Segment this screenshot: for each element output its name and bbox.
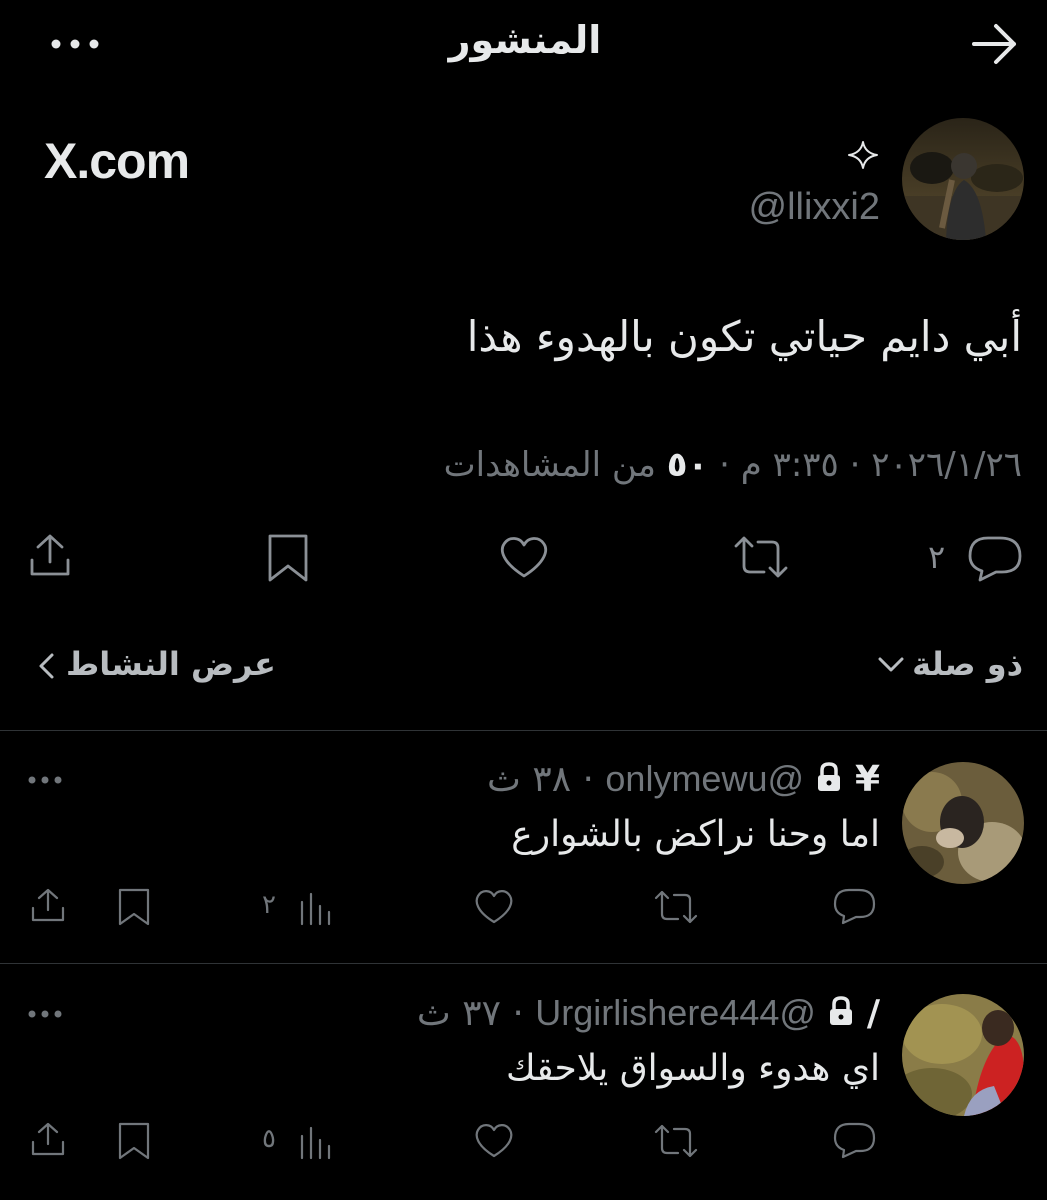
divider <box>0 963 1047 964</box>
chevron-left-icon <box>36 651 56 685</box>
like-button[interactable] <box>496 532 552 582</box>
reply-views-count: ٥ <box>262 1124 276 1154</box>
share-icon <box>31 1122 65 1156</box>
reply-text: اي هدوء والسواق يلاحقك <box>505 1048 880 1089</box>
more-horizontal-icon <box>51 39 99 49</box>
reply-button[interactable]: ٢ <box>918 532 1026 584</box>
lock-icon <box>827 995 855 1036</box>
sparkle-icon <box>846 140 880 170</box>
chevron-down-icon <box>876 655 906 679</box>
reply-prefix: / <box>866 993 880 1034</box>
views-icon <box>300 1126 331 1160</box>
share-icon <box>31 888 65 922</box>
avatar[interactable] <box>902 118 1024 240</box>
views-label: من المشاهدات <box>443 445 656 485</box>
activity-link[interactable]: عرض النشاط <box>36 645 276 689</box>
post-date: ٢٠٢٦/١/٢٦ <box>871 445 1022 485</box>
reply-header: ¥ @onlymewu · ٣٨ ث <box>487 758 880 802</box>
more-horizontal-icon <box>28 1010 62 1018</box>
more-horizontal-icon <box>28 776 62 784</box>
repost-button[interactable] <box>730 534 792 580</box>
post-time: ٣:٣٥ م <box>740 445 839 485</box>
reply-comment-button[interactable] <box>832 1120 878 1160</box>
sort-dropdown[interactable]: ذو صلة <box>870 645 1025 689</box>
avatar[interactable] <box>902 994 1024 1116</box>
heart-icon <box>475 1124 513 1158</box>
back-button[interactable] <box>966 20 1022 68</box>
bookmark-icon <box>118 888 150 926</box>
comment-icon <box>968 536 1022 582</box>
repost-icon <box>654 1124 698 1158</box>
reply-more-button[interactable] <box>24 1004 68 1024</box>
reply-bookmark-button[interactable] <box>114 1120 154 1162</box>
reply-share-button[interactable] <box>28 886 68 926</box>
views-count: ٥٠ <box>666 445 709 485</box>
bookmark-icon <box>268 534 308 582</box>
reply-text: اما وحنا نراكض بالشوارع <box>511 814 880 855</box>
reply-handle[interactable]: @Urgirlishere444 <box>535 992 816 1033</box>
reply-views-button[interactable]: ٥ <box>262 1122 342 1162</box>
heart-icon <box>475 890 513 924</box>
reply-views-count: ٢ <box>262 890 276 920</box>
reply-like-button[interactable] <box>472 1120 516 1160</box>
reply-more-button[interactable] <box>24 770 68 790</box>
reply-count: ٢ <box>928 538 946 576</box>
page-title: المنشور <box>448 18 602 62</box>
repost-icon <box>734 536 788 578</box>
reply-prefix: ¥ <box>854 759 880 800</box>
source-label: X.com <box>44 133 190 189</box>
sort-label: ذو صلة <box>912 645 1023 683</box>
more-button[interactable] <box>40 30 110 58</box>
avatar[interactable] <box>902 762 1024 884</box>
reply-age: ٣٨ ث <box>487 759 572 800</box>
bookmark-icon <box>118 1122 150 1160</box>
post-meta: ٢٠٢٦/١/٢٦ · ٣:٣٥ م · ٥٠ من المشاهدات <box>443 445 1022 485</box>
activity-label: عرض النشاط <box>66 645 276 683</box>
reply-share-button[interactable] <box>28 1120 68 1160</box>
lock-icon <box>815 761 843 802</box>
reply-header: / @Urgirlishere444 · ٣٧ ث <box>416 992 880 1036</box>
comment-icon <box>833 1122 876 1159</box>
divider <box>0 730 1047 731</box>
share-icon <box>30 534 70 576</box>
reply-comment-button[interactable] <box>832 886 878 926</box>
views-icon <box>300 892 331 926</box>
heart-icon <box>500 537 548 578</box>
reply-like-button[interactable] <box>472 886 516 926</box>
repost-icon <box>654 890 698 924</box>
bookmark-button[interactable] <box>262 530 314 584</box>
reply-bookmark-button[interactable] <box>114 886 154 928</box>
post-text: أبي دايم حياتي تكون بالهدوء هذا <box>466 312 1022 361</box>
reply-views-button[interactable]: ٢ <box>262 888 342 928</box>
reply-repost-button[interactable] <box>652 888 700 926</box>
reply-handle[interactable]: @onlymewu <box>605 758 804 799</box>
reply-repost-button[interactable] <box>652 1122 700 1160</box>
arrow-right-icon <box>972 24 1016 64</box>
comment-icon <box>833 888 876 925</box>
share-button[interactable] <box>24 530 76 582</box>
reply-age: ٣٧ ث <box>416 993 501 1034</box>
post-handle[interactable]: @llixxi2 <box>600 186 880 229</box>
